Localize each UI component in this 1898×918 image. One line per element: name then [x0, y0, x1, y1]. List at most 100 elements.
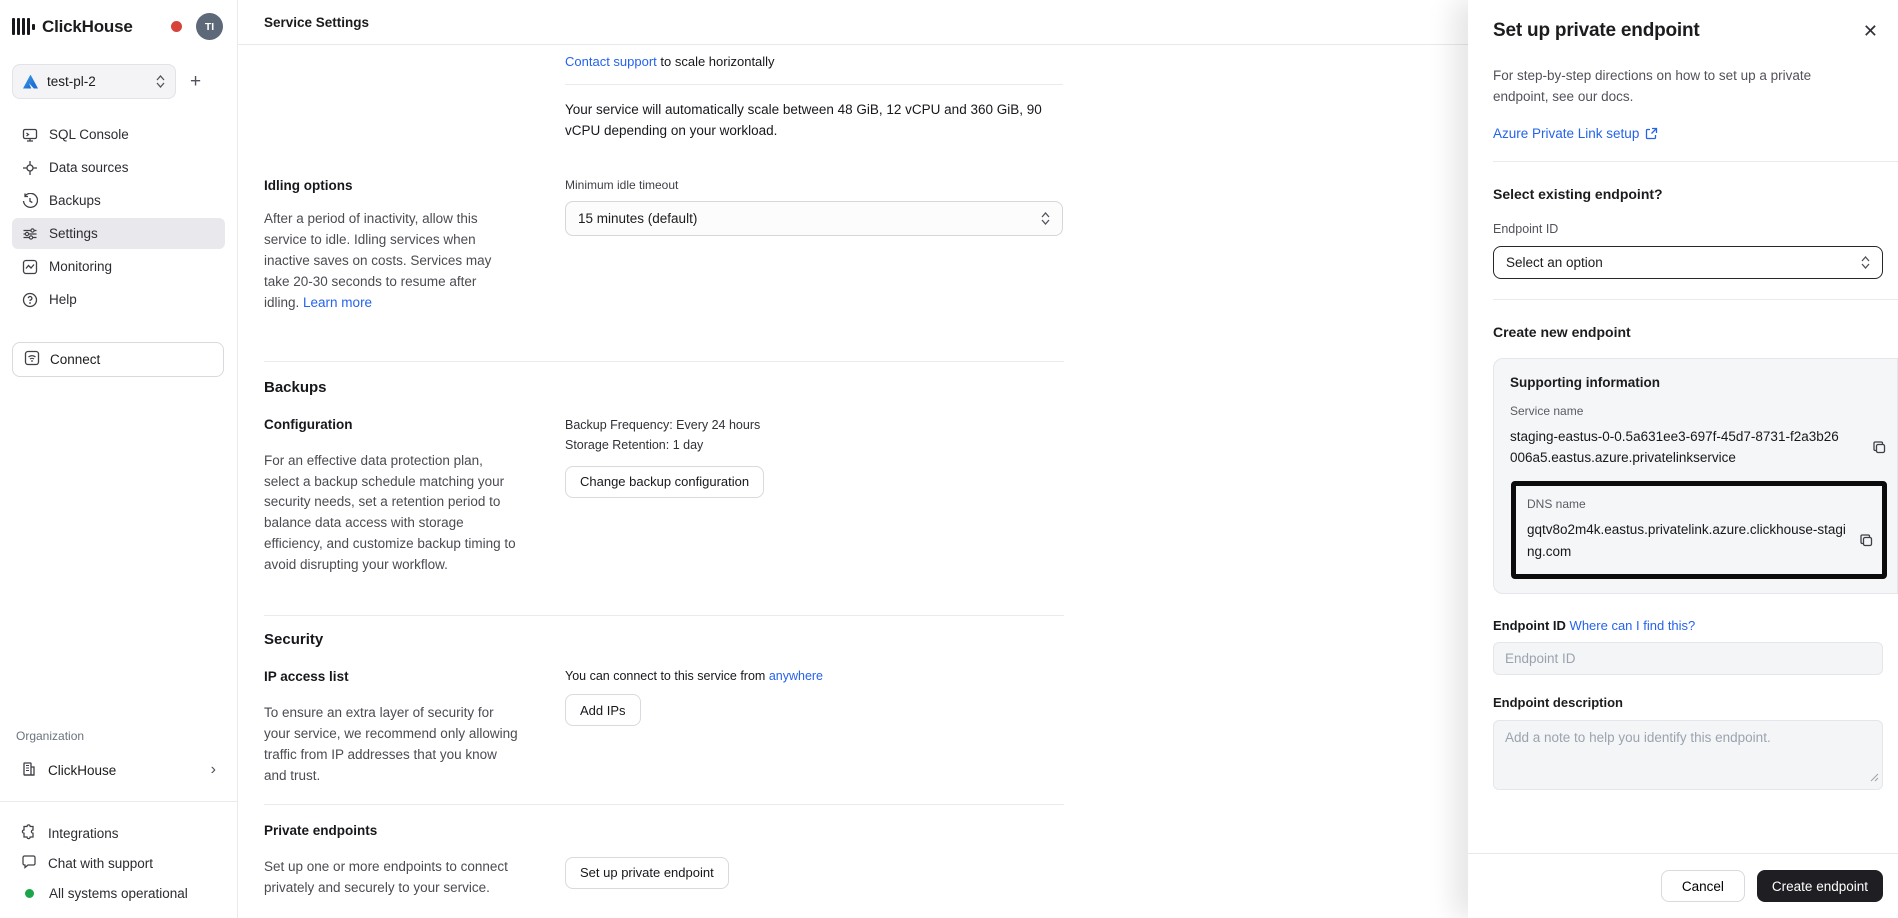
sliders-icon	[21, 225, 38, 242]
learn-more-link[interactable]: Learn more	[303, 295, 372, 310]
sidebar-item-integrations[interactable]: Integrations	[12, 818, 225, 848]
divider	[1493, 161, 1898, 162]
terminal-icon	[21, 126, 38, 143]
endpoint-id-input[interactable]	[1493, 642, 1883, 675]
organization-section-label: Organization	[16, 729, 237, 743]
chat-bubble-icon	[21, 854, 37, 873]
panel-intro: For step-by-step directions on how to se…	[1493, 66, 1823, 108]
scale-horizontal-suffix: to scale horizontally	[657, 54, 775, 69]
ip-access-row: IP access list To ensure an extra layer …	[264, 669, 1064, 787]
connect-button-label: Connect	[50, 352, 100, 367]
app-root: ClickHouse TI test-pl-2 + SQL Console	[0, 0, 1898, 918]
divider	[264, 615, 1064, 616]
resize-handle-icon[interactable]	[1870, 769, 1879, 787]
anywhere-link[interactable]: anywhere	[769, 669, 823, 683]
backup-config-description: For an effective data protection plan, s…	[264, 451, 520, 577]
add-service-button[interactable]: +	[184, 71, 207, 93]
settings-content: Contact support to scale horizontally Yo…	[238, 52, 1064, 899]
existing-endpoint-select-value: Select an option	[1506, 255, 1603, 270]
status-label: All systems operational	[49, 886, 188, 901]
question-icon	[21, 291, 38, 308]
scaling-row: Contact support to scale horizontally Yo…	[264, 52, 1064, 142]
idling-row: Idling options After a period of inactiv…	[264, 178, 1064, 314]
sidebar-item-help[interactable]: Help	[12, 284, 225, 315]
notification-dot-icon[interactable]	[171, 21, 182, 32]
sidebar-item-label: Backups	[49, 193, 101, 208]
service-name-label: Service name	[1510, 404, 1897, 418]
brand-name: ClickHouse	[42, 17, 133, 37]
supporting-information-title: Supporting information	[1510, 375, 1897, 390]
cancel-button[interactable]: Cancel	[1661, 870, 1745, 902]
chart-icon	[21, 258, 38, 275]
setup-private-endpoint-button[interactable]: Set up private endpoint	[565, 857, 729, 889]
sidebar-item-settings[interactable]: Settings	[12, 218, 225, 249]
contact-support-link[interactable]: Contact support	[565, 54, 657, 69]
sidebar-item-chat-support[interactable]: Chat with support	[12, 848, 225, 878]
copy-icon[interactable]	[1872, 440, 1887, 455]
sidebar-item-monitoring[interactable]: Monitoring	[12, 251, 225, 282]
scale-horizontal-line: Contact support to scale horizontally	[565, 52, 1063, 72]
status-ok-icon	[25, 889, 34, 898]
service-selector-value: test-pl-2	[47, 74, 147, 89]
connect-icon	[24, 350, 40, 369]
service-selector-row: test-pl-2 +	[12, 64, 225, 99]
puzzle-icon	[21, 824, 37, 843]
divider	[565, 84, 1063, 85]
backups-title: Backups	[264, 379, 1064, 396]
service-name-row: staging-eastus-0-0.5a631ee3-697f-45d7-87…	[1510, 426, 1897, 469]
endpoint-id-label-row: Endpoint ID Where can I find this?	[1493, 618, 1883, 633]
change-backup-button[interactable]: Change backup configuration	[565, 466, 764, 498]
security-title: Security	[264, 631, 1064, 648]
connect-button[interactable]: Connect	[12, 342, 224, 377]
azure-icon	[23, 75, 38, 89]
chevron-updown-icon	[1861, 256, 1870, 269]
sidebar-item-label: Settings	[49, 226, 98, 241]
chevron-updown-icon	[156, 75, 165, 88]
dns-name-label: DNS name	[1527, 497, 1876, 511]
dns-name-highlight-box: DNS name gqtv8o2m4k.eastus.privatelink.a…	[1511, 481, 1887, 579]
sidebar-item-label: SQL Console	[49, 127, 129, 142]
endpoint-description-textarea[interactable]	[1493, 720, 1883, 790]
panel-footer: Cancel Create endpoint	[1468, 853, 1898, 918]
sidebar-item-backups[interactable]: Backups	[12, 185, 225, 216]
sidebar-item-label: Data sources	[49, 160, 129, 175]
footer-item-label: Chat with support	[48, 856, 153, 871]
connect-from-line: You can connect to this service from any…	[565, 669, 1063, 683]
existing-endpoint-select[interactable]: Select an option	[1493, 246, 1883, 279]
auto-scale-text: Your service will automatically scale be…	[565, 100, 1063, 142]
service-selector[interactable]: test-pl-2	[12, 64, 176, 99]
history-icon	[21, 192, 38, 209]
sidebar-item-data-sources[interactable]: Data sources	[12, 152, 225, 183]
brand-row: ClickHouse TI	[0, 0, 237, 40]
copy-icon[interactable]	[1859, 533, 1874, 548]
create-endpoint-button[interactable]: Create endpoint	[1757, 870, 1883, 902]
backup-frequency: Backup Frequency: Every 24 hours	[565, 417, 1063, 435]
divider	[264, 804, 1064, 805]
where-find-link[interactable]: Where can I find this?	[1570, 618, 1696, 633]
idle-timeout-select[interactable]: 15 minutes (default)	[565, 201, 1063, 236]
backup-config-row: Configuration For an effective data prot…	[264, 417, 1064, 577]
building-icon	[21, 761, 37, 780]
avatar[interactable]: TI	[196, 13, 223, 40]
azure-private-link-docs-link[interactable]: Azure Private Link setup	[1493, 126, 1639, 141]
organization-item[interactable]: ClickHouse ›	[12, 753, 225, 787]
sidebar-item-label: Monitoring	[49, 259, 112, 274]
private-endpoints-title: Private endpoints	[264, 823, 1064, 838]
footer-item-label: Integrations	[48, 826, 119, 841]
sidebar-item-sql-console[interactable]: SQL Console	[12, 119, 225, 150]
add-ips-button[interactable]: Add IPs	[565, 694, 641, 726]
close-icon[interactable]: ✕	[1863, 22, 1878, 40]
service-name-value: staging-eastus-0-0.5a631ee3-697f-45d7-87…	[1510, 426, 1840, 469]
external-link-icon	[1645, 127, 1658, 140]
main-content: Service Settings Contact support to scal…	[238, 0, 1468, 918]
system-status-item[interactable]: All systems operational	[12, 878, 225, 908]
ip-access-title: IP access list	[264, 669, 535, 684]
sidebar-divider	[0, 801, 237, 802]
ip-access-description: To ensure an extra layer of security for…	[264, 703, 520, 787]
sidebar-bottom: Organization ClickHouse › Integrations	[0, 729, 237, 918]
docs-link-row: Azure Private Link setup	[1493, 126, 1883, 141]
select-existing-title: Select existing endpoint?	[1493, 186, 1883, 202]
idling-description: After a period of inactivity, allow this…	[264, 209, 514, 314]
panel-title: Set up private endpoint	[1493, 20, 1883, 42]
endpoint-id-label: Endpoint ID	[1493, 618, 1570, 633]
